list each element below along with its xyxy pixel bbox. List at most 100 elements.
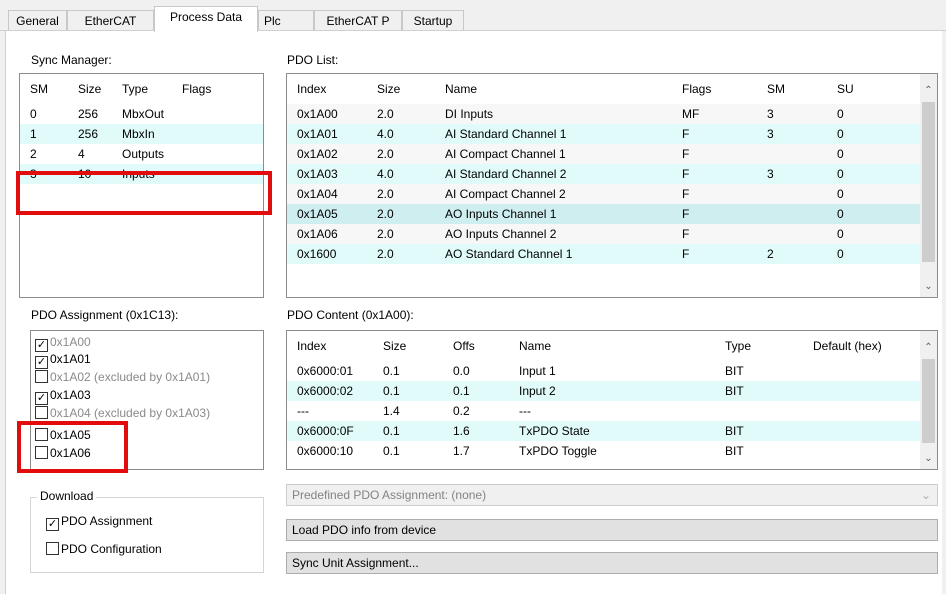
tab-process-data[interactable]: Process Data <box>154 6 258 32</box>
name-cell: AI Standard Channel 1 <box>435 124 672 144</box>
pdo-list[interactable]: Index Size Name Flags SM SU 0x1A00 2.0 D… <box>286 73 938 298</box>
su-cell: 0 <box>827 204 920 224</box>
column-header-name[interactable]: Name <box>509 331 715 361</box>
column-header-sm[interactable]: SM <box>757 74 827 104</box>
tab-startup[interactable]: Startup <box>402 10 464 30</box>
table-row[interactable]: 0x1600 2.0 AO Standard Channel 1 F 2 0 <box>287 244 920 264</box>
size-cell: 2.0 <box>367 244 435 264</box>
pdo-assignment-download-option[interactable]: ✓ PDO Assignment <box>46 513 152 531</box>
table-row[interactable]: --- 1.4 0.2 --- <box>287 401 920 421</box>
table-row[interactable]: 0x6000:01 0.1 0.0 Input 1 BIT <box>287 361 920 381</box>
pdo-content-title: PDO Content (0x1A00): <box>287 308 414 322</box>
size-cell: 2.0 <box>367 184 435 204</box>
tab-ethercat-p[interactable]: EtherCAT P <box>314 10 402 30</box>
scroll-up-icon[interactable]: ⌃ <box>920 339 937 356</box>
pdo-assignment-label: 0x1A04 (excluded by 0x1A03) <box>50 406 211 420</box>
table-row[interactable]: 0x1A01 4.0 AI Standard Channel 1 F 3 0 <box>287 124 920 144</box>
tab-plc[interactable]: Plc <box>258 10 314 30</box>
default-cell <box>803 381 920 401</box>
size-cell: 2.0 <box>367 204 435 224</box>
table-row[interactable]: 0x6000:10 0.1 1.7 TxPDO Toggle BIT <box>287 441 920 461</box>
column-header-type[interactable]: Type <box>112 74 172 104</box>
column-header-offs[interactable]: Offs <box>443 331 509 361</box>
tab-ethercat[interactable]: EtherCAT <box>67 10 154 30</box>
flags-cell: F <box>672 224 757 244</box>
checkbox-unchecked[interactable] <box>35 406 48 419</box>
pdo-assignment-item[interactable]: 0x1A02 (excluded by 0x1A01) <box>35 369 210 385</box>
size-cell: 4.0 <box>367 124 435 144</box>
table-row[interactable]: 0x6000:02 0.1 0.1 Input 2 BIT <box>287 381 920 401</box>
load-pdo-info-button[interactable]: Load PDO info from device <box>286 519 938 541</box>
offs-cell: 0.1 <box>443 381 509 401</box>
column-header-size[interactable]: Size <box>373 331 443 361</box>
table-row[interactable]: 0x1A04 2.0 AI Compact Channel 2 F 0 <box>287 184 920 204</box>
column-header-name[interactable]: Name <box>435 74 672 104</box>
scroll-thumb[interactable] <box>922 359 935 443</box>
column-header-index[interactable]: Index <box>287 331 373 361</box>
flags-cell <box>172 124 263 144</box>
size-cell: 4.0 <box>367 164 435 184</box>
column-header-flags[interactable]: Flags <box>672 74 757 104</box>
pdo-assignment-item[interactable]: 0x1A04 (excluded by 0x1A03) <box>35 405 210 421</box>
table-row[interactable]: 0x6000:0F 0.1 1.6 TxPDO State BIT <box>287 421 920 441</box>
checkbox-checked[interactable]: ✓ <box>46 518 59 531</box>
table-row[interactable]: 0x1A02 2.0 AI Compact Channel 1 F 0 <box>287 144 920 164</box>
name-cell: AO Standard Channel 1 <box>435 244 672 264</box>
pdo-assignment-item[interactable]: ✓ 0x1A03 <box>35 387 91 405</box>
checkbox-unchecked[interactable] <box>35 370 48 383</box>
type-cell: MbxIn <box>112 124 172 144</box>
sync-unit-assignment-button[interactable]: Sync Unit Assignment... <box>286 552 938 574</box>
checkbox-checked[interactable]: ✓ <box>35 356 48 369</box>
pdo-assignment-item[interactable]: ✓ 0x1A00 <box>35 334 91 352</box>
table-row[interactable]: 2 4 Outputs <box>20 144 263 164</box>
highlight-frame-pdo-assignment <box>17 421 128 473</box>
table-row[interactable]: 0x1A06 2.0 AO Inputs Channel 2 F 0 <box>287 224 920 244</box>
scroll-down-icon[interactable]: ⌄ <box>920 450 937 467</box>
table-row[interactable]: 0x1A03 4.0 AI Standard Channel 2 F 3 0 <box>287 164 920 184</box>
name-cell: TxPDO State <box>509 421 715 441</box>
offs-cell: 0.2 <box>453 404 470 418</box>
offs-cell: 0.0 <box>453 364 470 378</box>
column-header-flags[interactable]: Flags <box>172 74 263 104</box>
pdo-content-scrollbar[interactable]: ⌃ ⌄ <box>920 331 937 469</box>
su-cell: 0 <box>827 104 920 124</box>
pdo-configuration-download-option[interactable]: PDO Configuration <box>46 541 162 557</box>
size-cell: 0.1 <box>373 381 443 401</box>
flags-cell: F <box>672 184 757 204</box>
table-row[interactable]: 0 256 MbxOut <box>20 104 263 124</box>
index-cell: 0x1A04 <box>287 184 367 204</box>
flags-cell <box>172 144 263 164</box>
column-header-index[interactable]: Index <box>287 74 367 104</box>
pdo-assignment-label: 0x1A02 (excluded by 0x1A01) <box>50 370 211 384</box>
pdo-list-scrollbar[interactable]: ⌃ ⌄ <box>920 74 937 297</box>
type-cell: BIT <box>715 381 803 401</box>
predefined-pdo-assignment-dropdown[interactable]: Predefined PDO Assignment: (none) ⌄ <box>286 484 938 506</box>
index-cell: 0x1600 <box>287 244 367 264</box>
type-cell: MbxOut <box>122 107 165 121</box>
table-row[interactable]: 0x1A05 2.0 AO Inputs Channel 1 F 0 <box>287 204 920 224</box>
checkbox-unchecked[interactable] <box>46 542 59 555</box>
index-cell: --- <box>297 404 309 418</box>
column-header-size[interactable]: Size <box>367 74 435 104</box>
scroll-up-icon[interactable]: ⌃ <box>920 82 937 99</box>
name-cell: Input 2 <box>509 381 715 401</box>
checkbox-checked[interactable]: ✓ <box>35 392 48 405</box>
column-header-su[interactable]: SU <box>827 74 920 104</box>
highlight-frame-sync-manager <box>16 171 272 215</box>
scroll-thumb[interactable] <box>922 102 935 262</box>
column-header-default[interactable]: Default (hex) <box>803 331 920 361</box>
size-cell: 256 <box>68 124 112 144</box>
table-row[interactable]: 0x1A00 2.0 DI Inputs MF 3 0 <box>287 104 920 124</box>
pdo-assignment-item[interactable]: ✓ 0x1A01 <box>35 351 91 369</box>
table-row[interactable]: 1 256 MbxIn <box>20 124 263 144</box>
column-header-sm[interactable]: SM <box>20 74 68 104</box>
type-cell: Outputs <box>122 147 165 161</box>
scroll-down-icon[interactable]: ⌄ <box>920 278 937 295</box>
column-header-size[interactable]: Size <box>68 74 112 104</box>
name-cell: TxPDO Toggle <box>519 444 597 458</box>
column-header-type[interactable]: Type <box>715 331 803 361</box>
tab-bar: General EtherCAT Process Data Plc EtherC… <box>0 0 946 32</box>
tab-general[interactable]: General <box>8 10 67 30</box>
size-cell: 256 <box>78 107 99 121</box>
pdo-content-list[interactable]: Index Size Offs Name Type Default (hex) … <box>286 330 938 470</box>
